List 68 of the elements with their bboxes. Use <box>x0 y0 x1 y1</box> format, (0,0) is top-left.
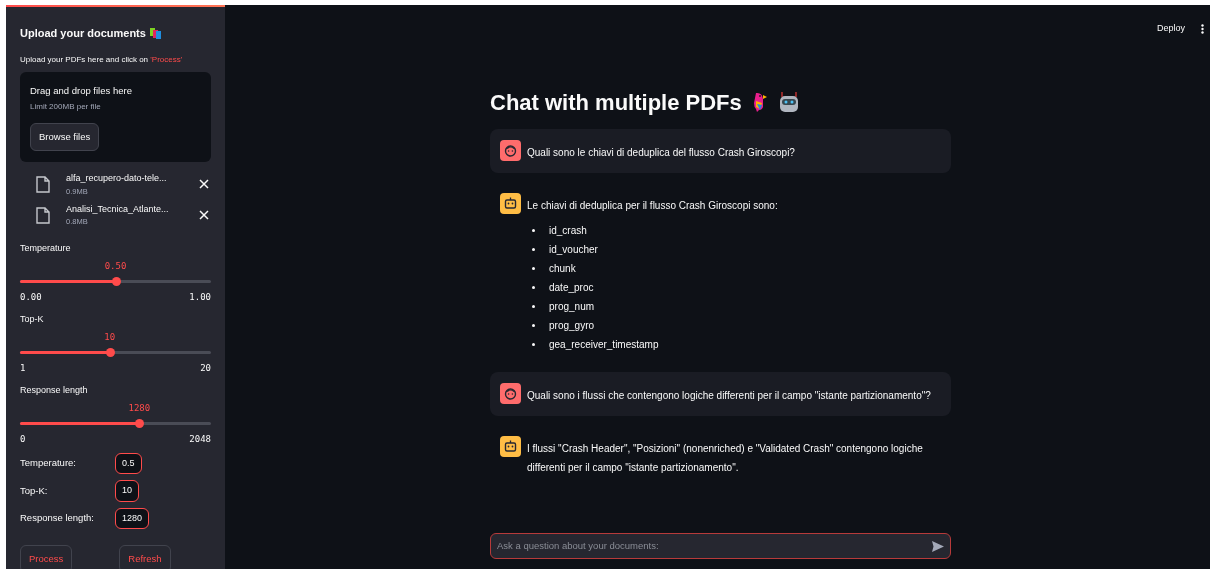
file-name: Analisi_Tecnica_Atlante... <box>66 202 170 216</box>
slider-thumb[interactable] <box>135 419 145 428</box>
file-icon <box>36 206 50 224</box>
list-item: id_crash <box>549 223 587 238</box>
send-icon[interactable] <box>932 540 944 552</box>
bullet-icon <box>532 305 535 308</box>
page-title: Chat with multiple PDFs <box>490 88 742 117</box>
sidebar-button[interactable]: Process <box>20 545 73 569</box>
slider-label: Temperature <box>20 241 72 255</box>
sidebar-button[interactable]: Refresh <box>119 545 171 569</box>
message-text: Quali sono le chiavi di deduplica del flusso Crash Giroscopi? <box>527 145 795 160</box>
slider-max: 1.00 <box>189 291 211 304</box>
list-item: chunk <box>549 261 576 276</box>
setting-label: Response length: <box>20 511 95 526</box>
message-text: Quali sono i flussi che contengono logiche differenti per il campo "istante partizionamento"? <box>527 388 931 403</box>
robot-icon <box>777 91 800 113</box>
question-input[interactable]: Ask a question about your documents: <box>497 538 932 554</box>
sidebar-title: Upload your documents <box>20 26 146 41</box>
books-icon <box>149 27 161 39</box>
file-name: alfa_recupero-dato-tele... <box>66 172 168 185</box>
slider-track[interactable] <box>20 351 211 354</box>
setting-label: Top-K: <box>20 483 49 498</box>
message-text: Le chiavi di deduplica per il flusso Crash Giroscopi sono: <box>527 198 778 213</box>
slider-label: Top-K <box>20 312 45 326</box>
bullet-icon <box>532 248 535 251</box>
slider-label: Response length <box>20 383 89 397</box>
user-avatar-icon <box>500 139 521 161</box>
slider-thumb[interactable] <box>105 348 115 357</box>
more-menu-icon[interactable] <box>1201 23 1204 34</box>
bullet-icon <box>532 286 535 289</box>
deploy-button[interactable]: Deploy <box>1157 22 1185 36</box>
user-avatar-icon <box>500 382 521 404</box>
browse-files-button[interactable]: Browse files <box>30 122 100 151</box>
bullet-icon <box>532 324 535 327</box>
file-dropzone[interactable]: Drag and drop files here Limit 200MB per file Browse files <box>20 71 211 162</box>
file-icon <box>36 175 50 193</box>
list-item: gea_receiver_timestamp <box>549 337 659 352</box>
sidebar-hint: Upload your PDFs here and click on 'Process' <box>20 53 184 66</box>
slider-track[interactable] <box>20 280 211 283</box>
slider-min: 0.00 <box>20 291 42 304</box>
slider-max: 2048 <box>189 433 211 446</box>
list-item: id_voucher <box>549 242 598 257</box>
message-text: I flussi "Crash Header", "Posizioni" (nonenriched) e "Validated Crash" contengono logiche differenti per il campo "istante partizionamento". <box>527 441 924 475</box>
bot-avatar-icon <box>500 192 521 214</box>
slider-min: 0 <box>20 433 26 446</box>
list-item: date_proc <box>549 280 594 295</box>
chat-input[interactable]: Ask a question about your documents: <box>490 533 951 559</box>
slider-max: 20 <box>200 362 211 375</box>
slider-thumb[interactable] <box>111 277 121 286</box>
dropzone-limit: Limit 200MB per file <box>30 100 102 113</box>
slider-value: 10 <box>104 333 116 342</box>
close-icon[interactable] <box>199 210 209 221</box>
bullet-icon <box>532 229 535 232</box>
close-icon[interactable] <box>199 179 209 190</box>
slider-value: 1280 <box>128 404 151 413</box>
bullet-icon <box>532 343 535 346</box>
list-item: prog_gyro <box>549 318 595 333</box>
slider-min: 1 <box>20 362 26 375</box>
bullet-icon <box>532 267 535 270</box>
slider-value: 0.50 <box>104 262 127 271</box>
setting-value: 0.5 <box>115 452 142 474</box>
setting-value: 1280 <box>115 507 150 529</box>
slider-track[interactable] <box>20 422 211 425</box>
list-item: prog_num <box>549 299 595 314</box>
bot-avatar-icon <box>500 435 521 457</box>
setting-label: Temperature: <box>20 456 77 471</box>
dropzone-title: Drag and drop files here <box>30 83 133 98</box>
setting-value: 10 <box>115 480 139 502</box>
